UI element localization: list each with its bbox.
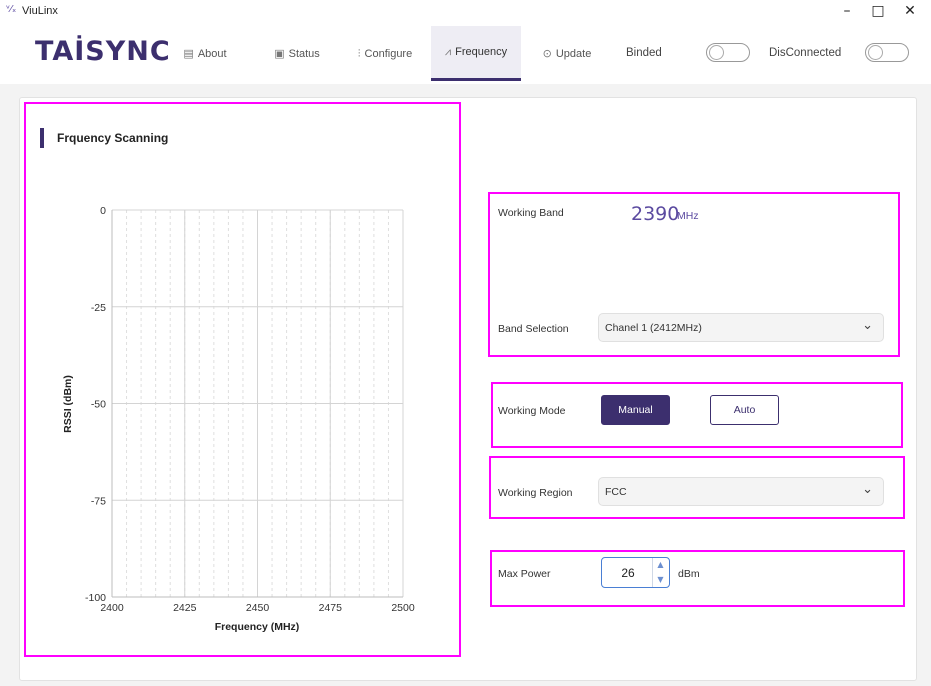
binded-toggle[interactable]	[706, 43, 750, 62]
sliders-icon: ⫶	[357, 46, 361, 60]
toggle-knob	[709, 45, 724, 60]
monitor-icon: ▤	[183, 47, 194, 60]
viulinx-logo-icon: ᵛ⁄ₓ	[6, 4, 17, 15]
upload-circle-icon: ⊙	[542, 47, 552, 60]
manual-mode-button[interactable]: Manual	[601, 395, 670, 425]
increment-arrow-icon[interactable]: ▲	[653, 558, 668, 572]
tab-label: Frequency	[455, 46, 508, 58]
band-selection-value: Chanel 1 (2412MHz)	[605, 322, 702, 334]
app-name: ViuLinx	[22, 5, 58, 17]
tab-label: About	[197, 47, 227, 60]
working-mode-label: Working Mode	[498, 405, 566, 417]
y-axis-label: RSSI (dBm)	[62, 375, 74, 433]
working-region-label: Working Region	[498, 487, 573, 499]
chart-highlight-box	[24, 102, 461, 657]
max-power-stepper[interactable]: 26 ▲ ▼	[601, 557, 670, 588]
line-chart-icon: ⩘	[444, 45, 452, 58]
minimize-button[interactable]: –	[835, 2, 859, 20]
band-selection-label: Band Selection	[498, 323, 569, 335]
band-selection-dropdown[interactable]: Chanel 1 (2412MHz) ⌄	[598, 313, 884, 342]
working-region-value: FCC	[605, 486, 627, 498]
x-axis-label: Frequency (MHz)	[214, 621, 300, 633]
toggle-knob	[868, 45, 883, 60]
tab-status[interactable]: ▣ Status	[262, 26, 332, 81]
auto-mode-button[interactable]: Auto	[710, 395, 779, 425]
stepper-arrows: ▲ ▼	[652, 558, 669, 587]
tab-about[interactable]: ▤ About	[170, 26, 240, 81]
connection-label: DisConnected	[769, 47, 842, 59]
status-icon: ▣	[274, 47, 285, 60]
section-title: Frquency Scanning	[40, 128, 168, 148]
chevron-down-icon: ⌄	[862, 482, 873, 497]
tab-label: Status	[288, 47, 320, 60]
working-band-label: Working Band	[498, 207, 564, 219]
max-power-label: Max Power	[498, 568, 551, 580]
decrement-arrow-icon[interactable]: ▼	[653, 573, 668, 587]
binded-label: Binded	[626, 47, 662, 59]
tab-label: Update	[555, 47, 592, 60]
tab-frequency[interactable]: ⩘ Frequency	[431, 26, 521, 81]
maximize-button[interactable]: □	[866, 2, 890, 20]
tab-update[interactable]: ⊙ Update	[532, 26, 602, 81]
working-band-unit: MHz	[677, 210, 699, 222]
tab-label: Configure	[364, 47, 413, 60]
working-region-dropdown[interactable]: FCC ⌄	[598, 477, 884, 506]
close-button[interactable]: ✕	[898, 2, 922, 20]
taisync-logo: TAİSYNC	[35, 36, 171, 67]
title-bar: ᵛ⁄ₓ ViuLinx – □ ✕	[0, 0, 931, 22]
tab-configure[interactable]: ⫶ Configure	[345, 26, 425, 81]
chevron-down-icon: ⌄	[862, 318, 873, 333]
working-band-value: 2390	[631, 203, 680, 225]
app-header: TAİSYNC ▤ About ▣ Status ⫶ Configure ⩘ F…	[0, 22, 931, 84]
max-power-value: 26	[621, 566, 635, 580]
connection-toggle[interactable]	[865, 43, 909, 62]
max-power-unit: dBm	[678, 568, 700, 580]
